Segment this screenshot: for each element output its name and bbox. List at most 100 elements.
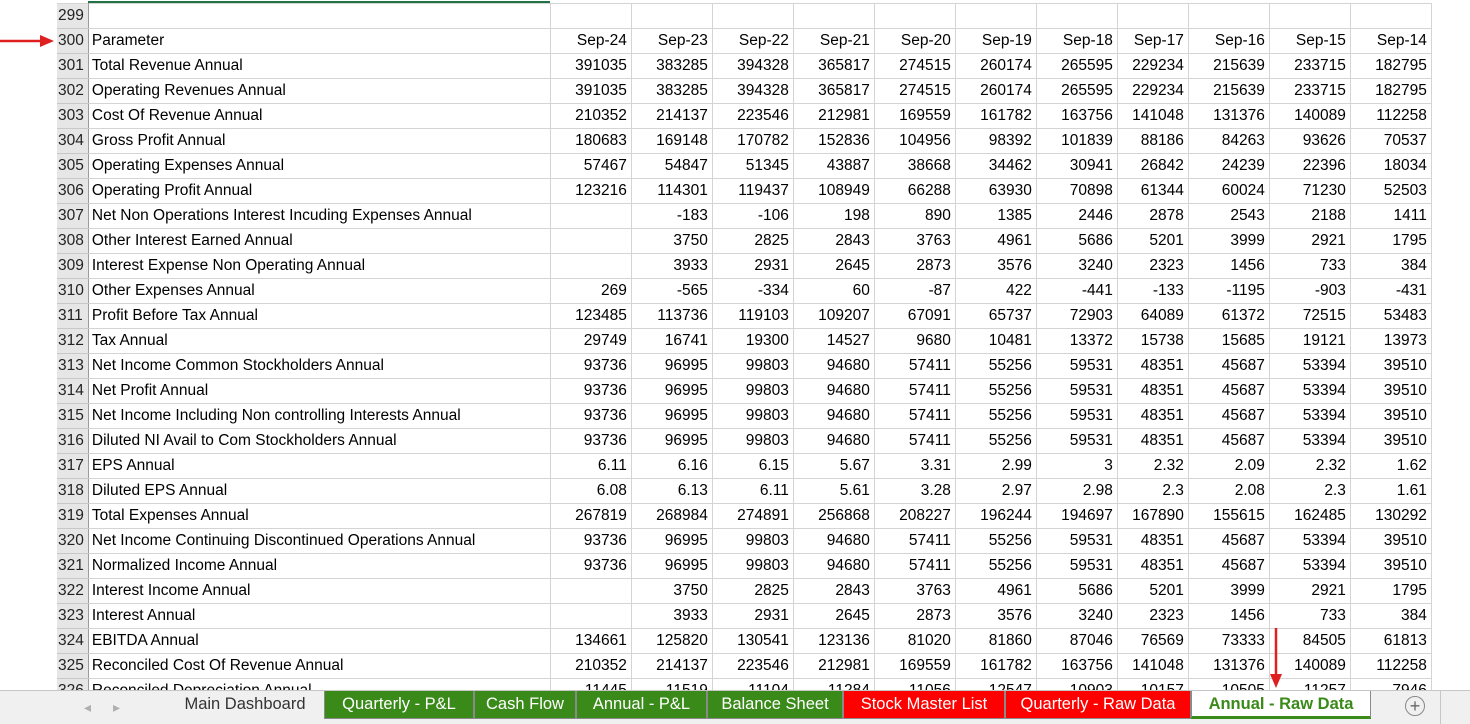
cell[interactable]: 131376 (1188, 103, 1270, 129)
cell[interactable]: 64089 (1117, 303, 1189, 329)
cell[interactable]: 2921 (1269, 228, 1351, 254)
cell[interactable]: 163756 (1036, 653, 1118, 679)
cell[interactable]: 384 (1350, 253, 1432, 279)
sheet-tab[interactable]: Quarterly - P&L (324, 691, 474, 719)
cell[interactable]: 733 (1269, 603, 1351, 629)
cell[interactable]: 384 (1350, 603, 1432, 629)
cell[interactable]: 72515 (1269, 303, 1351, 329)
cell[interactable]: 39510 (1350, 553, 1432, 579)
column-header-year[interactable]: Sep-15 (1269, 28, 1351, 54)
cell[interactable]: 96995 (631, 553, 713, 579)
cell[interactable]: 114301 (631, 178, 713, 204)
cell[interactable]: 2825 (712, 228, 794, 254)
cell[interactable]: 2931 (712, 603, 794, 629)
cell[interactable]: 59531 (1036, 553, 1118, 579)
cell[interactable]: 383285 (631, 53, 713, 79)
cell[interactable]: 39510 (1350, 428, 1432, 454)
column-header-year[interactable]: Sep-18 (1036, 28, 1118, 54)
cell[interactable]: 123216 (550, 178, 632, 204)
cell[interactable]: 99803 (712, 403, 794, 429)
cell[interactable]: 108949 (793, 178, 875, 204)
cell[interactable]: 29749 (550, 328, 632, 354)
cell[interactable]: 2.99 (955, 453, 1037, 479)
cell[interactable]: 57467 (550, 153, 632, 179)
cell[interactable]: 19300 (712, 328, 794, 354)
cell[interactable]: 130292 (1350, 503, 1432, 529)
cell[interactable]: 1385 (955, 203, 1037, 229)
cell[interactable]: 196244 (955, 503, 1037, 529)
cell[interactable]: 208227 (874, 503, 956, 529)
row-header[interactable]: 303 (57, 103, 89, 129)
cell[interactable]: 391035 (550, 53, 632, 79)
row-label[interactable]: Net Profit Annual (88, 378, 551, 404)
cell[interactable] (1188, 3, 1270, 29)
cell[interactable]: 2843 (793, 578, 875, 604)
cell[interactable]: 104956 (874, 128, 956, 154)
cell[interactable]: 2843 (793, 228, 875, 254)
row-header[interactable]: 306 (57, 178, 89, 204)
row-header[interactable]: 309 (57, 253, 89, 279)
cell[interactable]: 3750 (631, 228, 713, 254)
cell[interactable]: 5686 (1036, 578, 1118, 604)
cell[interactable]: 13372 (1036, 328, 1118, 354)
cell[interactable]: 24239 (1188, 153, 1270, 179)
cell[interactable]: 163756 (1036, 103, 1118, 129)
cell[interactable]: 96995 (631, 378, 713, 404)
cell[interactable]: 55256 (955, 353, 1037, 379)
cell[interactable]: 6.13 (631, 478, 713, 504)
cell[interactable]: 6.11 (550, 453, 632, 479)
cell[interactable]: 59531 (1036, 353, 1118, 379)
cell[interactable]: 48351 (1117, 353, 1189, 379)
cell[interactable]: 57411 (874, 553, 956, 579)
cell[interactable]: 93736 (550, 528, 632, 554)
row-label[interactable]: Diluted EPS Annual (88, 478, 551, 504)
cell[interactable]: 59531 (1036, 403, 1118, 429)
cell[interactable]: 394328 (712, 53, 794, 79)
cell[interactable]: 26842 (1117, 153, 1189, 179)
cell[interactable]: 55256 (955, 428, 1037, 454)
cell[interactable]: 233715 (1269, 53, 1351, 79)
sheet-tab[interactable]: Annual - P&L (576, 691, 707, 719)
row-header[interactable]: 325 (57, 653, 89, 679)
cell[interactable]: 1456 (1188, 603, 1270, 629)
cell[interactable]: 161782 (955, 653, 1037, 679)
row-label[interactable]: Operating Expenses Annual (88, 153, 551, 179)
cell[interactable]: 134661 (550, 628, 632, 654)
cell[interactable]: 3763 (874, 578, 956, 604)
row-header[interactable]: 323 (57, 603, 89, 629)
cell[interactable]: 93626 (1269, 128, 1351, 154)
cell[interactable]: 48351 (1117, 403, 1189, 429)
cell[interactable]: 3 (1036, 453, 1118, 479)
cell[interactable]: 81020 (874, 628, 956, 654)
cell[interactable]: 229234 (1117, 78, 1189, 104)
cell[interactable]: 10481 (955, 328, 1037, 354)
cell[interactable]: 53394 (1269, 353, 1351, 379)
cell[interactable]: 61372 (1188, 303, 1270, 329)
cell[interactable]: 161782 (955, 103, 1037, 129)
sheet-tab[interactable]: Quarterly - Raw Data (1005, 691, 1191, 719)
cell[interactable]: 3933 (631, 253, 713, 279)
cell[interactable]: 48351 (1117, 428, 1189, 454)
cell[interactable]: -565 (631, 278, 713, 304)
cell[interactable] (550, 603, 632, 629)
cell[interactable]: 170782 (712, 128, 794, 154)
cell[interactable]: 84263 (1188, 128, 1270, 154)
sheet-tab[interactable]: Cash Flow (474, 691, 576, 719)
cell[interactable]: 1411 (1350, 203, 1432, 229)
cell[interactable]: 152836 (793, 128, 875, 154)
cell[interactable]: 214137 (631, 653, 713, 679)
cell[interactable]: 141048 (1117, 103, 1189, 129)
add-sheet-icon[interactable]: + (1405, 696, 1425, 716)
cell[interactable]: 212981 (793, 653, 875, 679)
cell[interactable]: 422 (955, 278, 1037, 304)
cell[interactable]: 30941 (1036, 153, 1118, 179)
cell[interactable]: 365817 (793, 78, 875, 104)
cell[interactable]: 123485 (550, 303, 632, 329)
data-table[interactable]: 299 300 Parameter Sep-24 Sep-23 Sep-22 Sep-21 S… (57, 3, 1432, 693)
cell[interactable]: 215639 (1188, 53, 1270, 79)
cell[interactable]: 88186 (1117, 128, 1189, 154)
cell[interactable]: 66288 (874, 178, 956, 204)
row-header[interactable]: 307 (57, 203, 89, 229)
row-label[interactable]: Operating Revenues Annual (88, 78, 551, 104)
cell[interactable]: 39510 (1350, 353, 1432, 379)
